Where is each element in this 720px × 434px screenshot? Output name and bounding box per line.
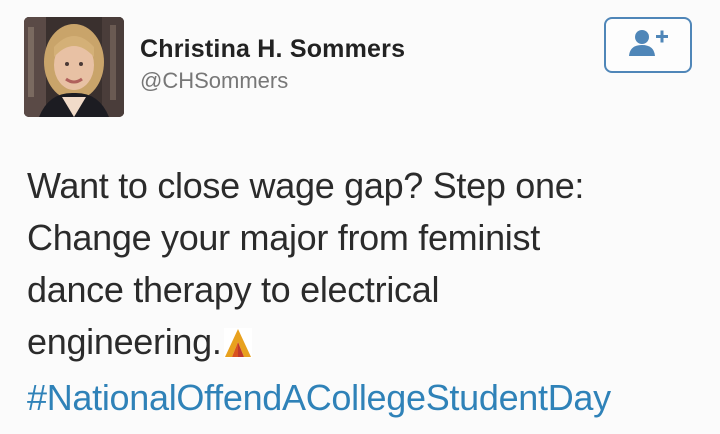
tweet-card: Christina H. Sommers @CHSommers Want to … <box>0 0 720 434</box>
follow-button[interactable] <box>604 17 692 73</box>
tweet-text: Want to close wage gap? Step one: Change… <box>27 160 707 424</box>
display-name[interactable]: Christina H. Sommers <box>140 35 405 64</box>
tweet-line-with-emoji: engineering. <box>27 316 707 372</box>
tweet-line: Change your major from feminist <box>27 217 540 258</box>
add-user-icon <box>625 28 671 63</box>
tweet-line: Want to close wage gap? Step one: <box>27 165 585 206</box>
avatar[interactable] <box>24 17 124 117</box>
tweet-line: dance therapy to electrical <box>27 269 440 310</box>
watermark-logo-icon <box>223 320 252 372</box>
tweet-line: engineering. <box>27 321 222 362</box>
user-handle[interactable]: @CHSommers <box>140 68 288 94</box>
hashtag-link[interactable]: #NationalOffendACollegeStudentDay <box>27 372 707 424</box>
